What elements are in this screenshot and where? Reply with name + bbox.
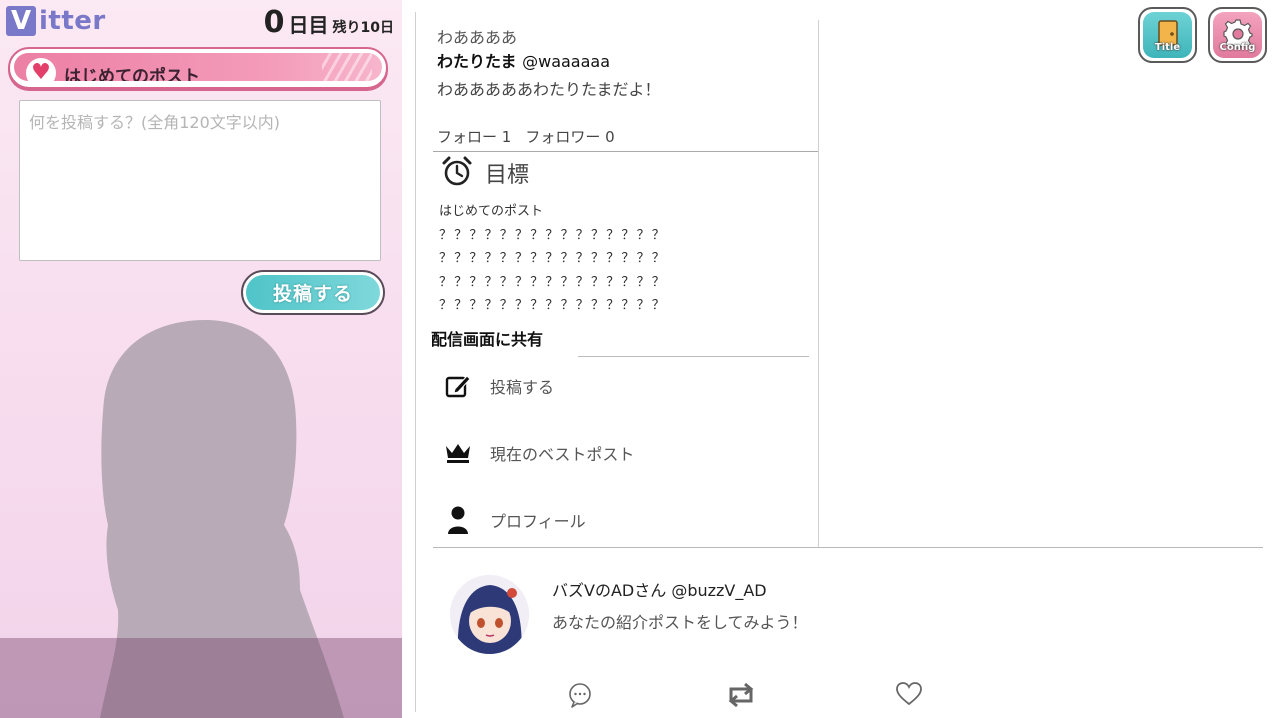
profile-name: わたりたま (437, 52, 517, 71)
alarm-clock-icon (441, 155, 473, 191)
goal-item-locked: ？？？？？？？？？？？？？？？ (439, 274, 668, 290)
submit-post-label: 投稿する (246, 275, 380, 310)
days-remaining: 残り10日 (332, 20, 394, 36)
share-menu-post[interactable]: 投稿する (440, 366, 554, 406)
profile-bio: わあああああわたりたまだよ！ (437, 80, 661, 99)
share-menu-best-post[interactable]: 現在のベストポスト (440, 433, 634, 473)
goals-title: 目標 (485, 163, 530, 188)
crown-icon (440, 442, 476, 464)
profile-card: わああああ わたりたま @waaaaaa わあああああわたりたまだよ！ (437, 24, 817, 102)
post-author-name: バズVのADさん (552, 581, 667, 600)
followers-label: フォロワー (525, 128, 601, 146)
app-logo: V itter (6, 4, 106, 38)
post-input[interactable] (19, 100, 381, 261)
config-button-label: Config (1219, 42, 1256, 53)
post-author-handle: @buzzV_AD (671, 581, 767, 600)
banner-label: はじめてのポスト (64, 67, 200, 81)
goals-header: 目標 (441, 155, 529, 191)
config-button[interactable]: Config (1208, 7, 1267, 63)
logo-text: itter (39, 6, 106, 36)
title-button-label: Title (1154, 42, 1181, 53)
share-menu-profile[interactable]: プロフィール (440, 500, 586, 540)
following-stat[interactable]: フォロー 1 (437, 126, 511, 147)
first-post-banner: ♥ はじめてのポスト (8, 47, 388, 89)
heart-icon: ♥ (26, 58, 56, 81)
profile-display-text: わああああ (437, 28, 518, 47)
share-header: 配信画面に共有 (431, 330, 544, 349)
goal-item-locked: ？？？？？？？？？？？？？？？ (439, 251, 668, 266)
panel-divider (415, 12, 416, 712)
share-menu-profile-label: プロフィール (490, 512, 586, 531)
reply-icon[interactable] (568, 682, 592, 712)
followers-stat[interactable]: フォロワー 0 (525, 126, 614, 147)
goal-item: はじめてのポスト (439, 204, 544, 219)
submit-post-button[interactable]: 投稿する (241, 270, 385, 315)
heart-icon[interactable] (896, 682, 922, 710)
day-counter: 0 日目 残り10日 (264, 5, 394, 40)
repost-icon[interactable] (725, 682, 757, 712)
day-unit: 日目 (288, 13, 329, 37)
goal-item-locked: ？？？？？？？？？？？？？？？ (439, 298, 668, 313)
person-icon (440, 506, 476, 534)
column-border (818, 20, 819, 547)
following-label: フォロー (437, 128, 498, 146)
profile-handle: @waaaaaa (522, 52, 611, 71)
day-number: 0 (263, 5, 285, 40)
divider (433, 547, 1263, 548)
title-button[interactable]: Title (1138, 7, 1197, 63)
bottom-shade (0, 638, 402, 718)
compose-panel: V itter 0 日目 残り10日 ♥ はじめてのポスト 投稿する (0, 0, 402, 718)
follow-stats: フォロー 1 フォロワー 0 (437, 126, 615, 147)
logo-initial: V (6, 6, 36, 36)
followers-count: 0 (605, 128, 615, 146)
profile-name-row: わたりたま @waaaaaa (437, 48, 817, 76)
share-menu-post-label: 投稿する (490, 378, 555, 397)
goal-item-locked: ？？？？？？？？？？？？？？？ (439, 227, 668, 243)
avatar[interactable] (450, 575, 529, 654)
post-text: あなたの紹介ポストをしてみよう！ (552, 613, 808, 632)
divider (433, 151, 819, 152)
share-menu-best-post-label: 現在のベストポスト (490, 445, 635, 464)
divider (578, 356, 809, 357)
edit-icon (440, 372, 476, 400)
post-author: バズVのADさん @buzzV_AD (552, 577, 767, 601)
goals-list: はじめてのポスト ？？？？？？？？？？？？？？？ ？？？？？？？？？？？？？？？… (439, 200, 667, 318)
following-count: 1 (501, 128, 512, 146)
